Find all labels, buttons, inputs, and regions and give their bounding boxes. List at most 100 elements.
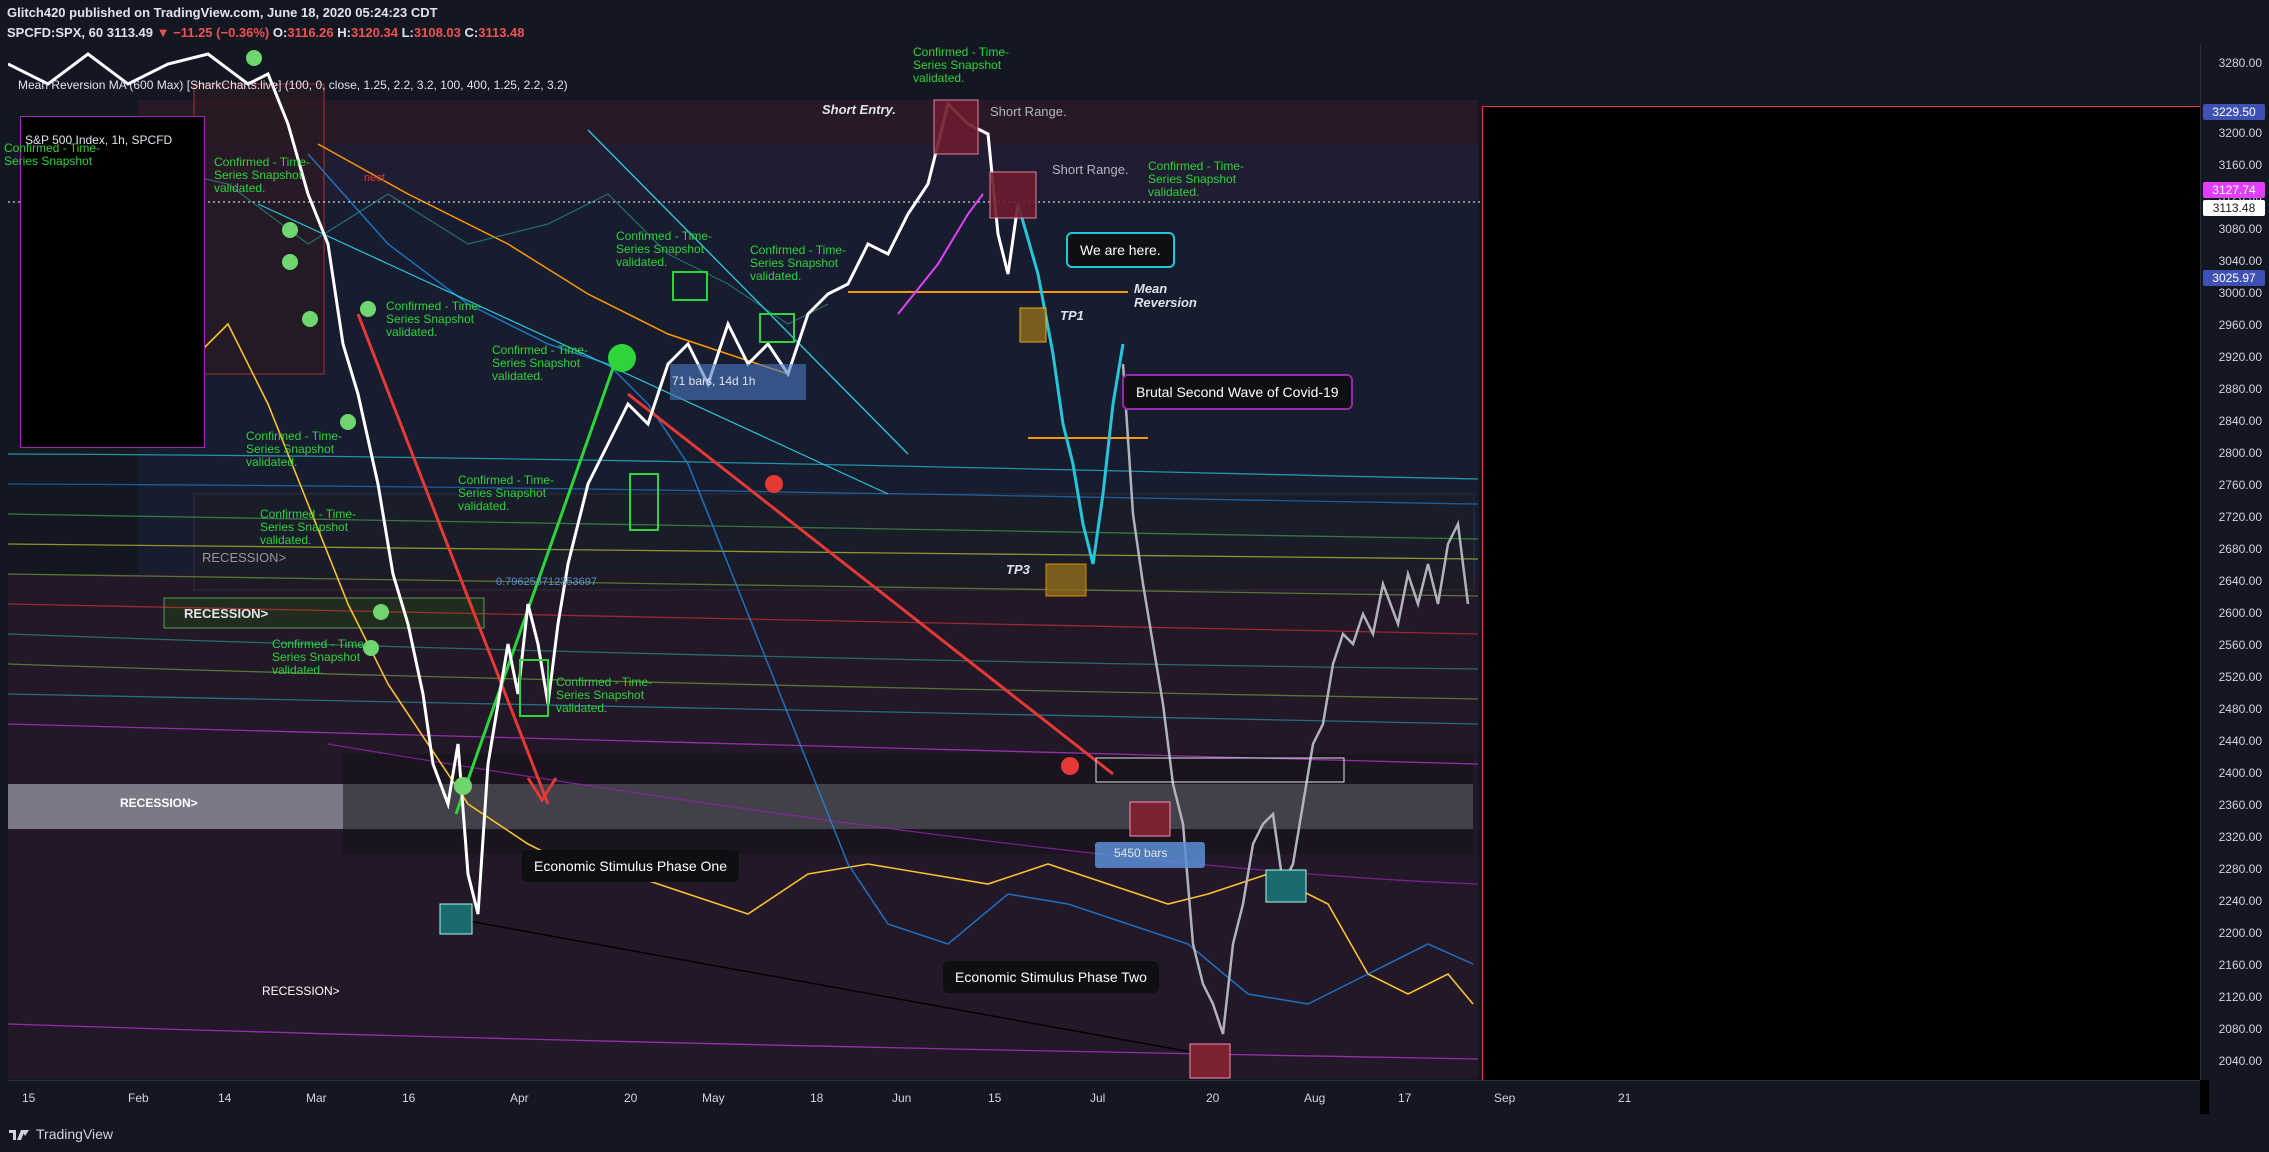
tradingview-icon <box>9 1130 29 1140</box>
time-tick: 15 <box>22 1091 36 1105</box>
price-tick: 2800.00 <box>2218 446 2262 460</box>
footer: TradingView <box>0 1114 2269 1152</box>
price-tick: 2960.00 <box>2218 318 2262 332</box>
tp3-box <box>1045 563 1087 597</box>
note-confirmed-left5: Confirmed - Time- Series Snapshot validate… <box>272 637 369 677</box>
time-tick: 15 <box>988 1091 1002 1105</box>
price-tick: 3080.00 <box>2218 222 2262 236</box>
price-tick: 2040.00 <box>2218 1054 2262 1068</box>
recession-label-4: RECESSION> <box>262 984 340 998</box>
price-axis[interactable]: 3280.003200.003160.003120.003080.003040.… <box>2200 44 2269 1080</box>
recession-label-2: RECESSION> <box>184 606 269 621</box>
time-tick: 16 <box>402 1091 416 1105</box>
price-tick: 2120.00 <box>2218 990 2262 1004</box>
tradingview-logo[interactable]: TradingView <box>8 1126 113 1142</box>
time-tick: Jul <box>1090 1091 1106 1105</box>
price-tick: 2440.00 <box>2218 734 2262 748</box>
red-box-2 <box>1189 1043 1231 1079</box>
price-tick: 3160.00 <box>2218 158 2262 172</box>
price-tick: 2280.00 <box>2218 862 2262 876</box>
fib-label: 0.796253712353697 <box>496 576 597 588</box>
mean-reversion-label: Mean Reversion <box>1134 281 1197 310</box>
time-tick: Feb <box>128 1091 149 1105</box>
teal-box-1 <box>439 903 473 935</box>
high-value: 3120.34 <box>350 25 398 40</box>
price-tick: 2760.00 <box>2218 478 2262 492</box>
price-tick: 2400.00 <box>2218 766 2262 780</box>
price-tick: 2600.00 <box>2218 606 2262 620</box>
note-confirmed-short: Confirmed - Time- Series Snapshot validate… <box>1148 159 1245 199</box>
bars-measure-label-2: 5450 bars <box>1114 846 1168 860</box>
we-are-here-callout: We are here. <box>1066 232 1175 268</box>
note-confirmed-mid3: Confirmed - Time- Series Snapshot validate… <box>492 343 589 383</box>
price-tick: 2560.00 <box>2218 638 2262 652</box>
price-highlight-box <box>193 83 325 375</box>
price-tick: 2920.00 <box>2218 350 2262 364</box>
high-label: H: <box>337 25 351 40</box>
recession-label-3: RECESSION> <box>120 796 198 810</box>
time-tick: Jun <box>892 1091 912 1105</box>
price-tick: 2480.00 <box>2218 702 2262 716</box>
price-tick: 2680.00 <box>2218 542 2262 556</box>
price-badge: 3025.97 <box>2203 270 2265 286</box>
open-label: O: <box>272 25 288 40</box>
time-tick: Sep <box>1494 1091 1516 1105</box>
down-arrow-icon: ▼ <box>156 25 170 40</box>
price-tick: 2640.00 <box>2218 574 2262 588</box>
red-box-1 <box>1129 801 1171 837</box>
short-range-box <box>989 171 1037 219</box>
price-tick: 2520.00 <box>2218 670 2262 684</box>
note-confirmed-mid1: Confirmed - Time- Series Snapshot validate… <box>616 229 713 269</box>
note-confirmed-top: Confirmed - Time- Series Snapshot validate… <box>913 45 1010 85</box>
indicator-legend-text[interactable]: Mean Reversion MA (600 Max) [SharkCharts… <box>18 78 568 92</box>
time-axis[interactable]: 15 Feb 14 Mar 16 Apr 20 May 18 Jun 15 Jul 20 Aug 17 Sep… <box>8 1080 2200 1115</box>
time-tick: 17 <box>1398 1091 1412 1105</box>
time-tick: 14 <box>218 1091 232 1105</box>
note-confirmed-left3: Confirmed - Time- Series Snapshot validate… <box>458 473 555 513</box>
stimulus-one-callout: Economic Stimulus Phase One <box>522 850 739 882</box>
close-label: C: <box>464 25 479 40</box>
time-tick: 20 <box>624 1091 638 1105</box>
short-entry-label: Short Entry. <box>822 102 896 117</box>
price-tick: 2080.00 <box>2218 1022 2262 1036</box>
stimulus-two-callout: Economic Stimulus Phase Two <box>943 961 1159 993</box>
ohlc-line: SPCFD:SPX, 60 3113.49 ▼ −11.25 (−0.36%) … <box>7 25 525 40</box>
note-confirmed-far-left: Confirmed - Time- Series Snapshot <box>4 141 101 168</box>
price-tick: 2720.00 <box>2218 510 2262 524</box>
price-badge: 3113.48 <box>2203 200 2265 216</box>
time-tick: Aug <box>1304 1091 1326 1105</box>
short-entry-box <box>933 99 979 155</box>
price-tick: 2240.00 <box>2218 894 2262 908</box>
tp1-box <box>1019 307 1047 343</box>
symbol[interactable]: SPCFD:SPX, 60 <box>7 25 103 40</box>
time-tick: 18 <box>810 1091 824 1105</box>
price-tick: 3280.00 <box>2218 56 2262 70</box>
chart-pane[interactable]: S&P 500 Index, 1h, SPCFD Mean Reversion … <box>4 44 2209 1125</box>
time-tick: May <box>702 1091 725 1105</box>
price-tick: 2880.00 <box>2218 382 2262 396</box>
teal-box-2 <box>1265 869 1307 903</box>
time-tick: Mar <box>306 1091 327 1105</box>
time-tick: Apr <box>510 1091 529 1105</box>
future-area-pane <box>1482 106 2209 1125</box>
low-label: L: <box>401 25 414 40</box>
chart-header: Glitch420 published on TradingView.com, … <box>0 0 2269 44</box>
stop-marker-2 <box>1061 757 1079 775</box>
price-tick: 2160.00 <box>2218 958 2262 972</box>
covid-callout: Brutal Second Wave of Covid-19 <box>1122 374 1353 410</box>
connect-label: nect <box>364 172 385 184</box>
price-tick: 2360.00 <box>2218 798 2262 812</box>
tp1-label: TP1 <box>1060 308 1084 323</box>
price-tick: 3000.00 <box>2218 286 2262 300</box>
price-badge: 3127.74 <box>2203 182 2265 198</box>
price-tick: 2840.00 <box>2218 414 2262 428</box>
recession-box-mid <box>193 493 1475 591</box>
note-confirmed-left6: Confirmed - Time- Series Snapshot validate… <box>556 675 653 715</box>
stop-marker-1 <box>765 475 783 493</box>
time-tick: 20 <box>1206 1091 1220 1105</box>
note-confirmed-mid2: Confirmed - Time- Series Snapshot validate… <box>750 243 847 283</box>
tp3-label: TP3 <box>1006 562 1030 577</box>
note-confirmed-left2: Confirmed - Time- Series Snapshot validate… <box>246 429 343 469</box>
price-tick: 2320.00 <box>2218 830 2262 844</box>
time-tick: 21 <box>1618 1091 1632 1105</box>
